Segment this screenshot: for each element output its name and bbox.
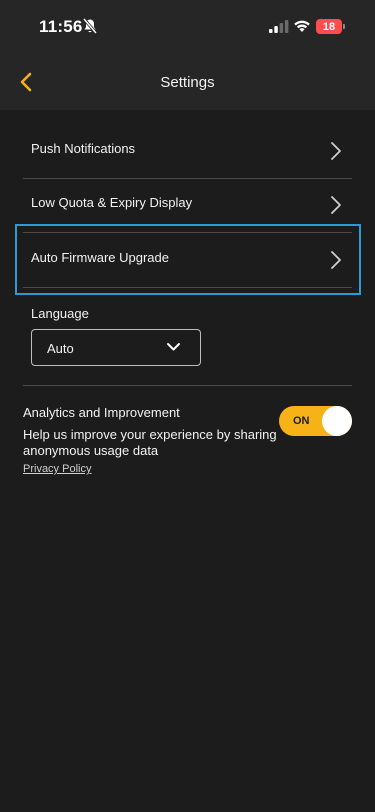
bell-muted-icon [83,18,97,34]
language-label: Language [31,306,89,321]
divider [23,385,352,386]
wifi-icon [294,20,310,32]
low-quota-expiry-label: Low Quota & Expiry Display [31,195,193,210]
battery-cap [343,24,345,29]
language-selected-value: Auto [47,341,74,356]
privacy-policy-link[interactable]: Privacy Policy [23,463,91,475]
status-bar: 11:56 18 [0,0,375,54]
push-notifications-row[interactable]: Push Notifications [23,124,352,178]
chevron-right-icon [331,196,341,214]
toggle-on-label: ON [293,415,310,427]
page-title: Settings [160,74,215,91]
chevron-down-icon [167,343,180,351]
battery-level: 18 [322,20,336,33]
analytics-toggle[interactable]: ON [279,406,352,436]
toggle-knob [322,406,352,436]
chevron-right-icon [331,142,341,160]
analytics-description: Help us improve your experience by shari… [23,427,277,458]
focus-highlight [15,224,361,295]
battery-icon: 18 [316,19,342,34]
push-notifications-label: Push Notifications [31,141,136,156]
nav-bar: Settings [0,54,375,110]
analytics-title: Analytics and Improvement [23,405,180,420]
status-time: 11:56 [39,17,83,36]
language-select[interactable]: Auto [31,329,201,366]
cellular-signal-icon [269,20,289,33]
